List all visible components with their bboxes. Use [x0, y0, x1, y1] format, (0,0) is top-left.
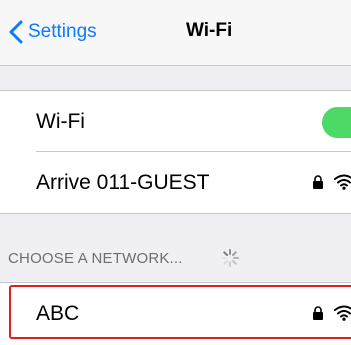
navigation-bar: Settings Wi-Fi [0, 0, 351, 66]
page-title: Wi-Fi [186, 20, 233, 41]
spinner-icon [220, 248, 240, 268]
wifi-settings-screen: Settings Wi-Fi Wi-Fi Arrive 011-GUEST CH… [0, 0, 351, 345]
wifi-icon [334, 174, 351, 190]
back-button[interactable]: Settings [8, 14, 97, 50]
wifi-toggle-label: Wi-Fi [36, 110, 85, 133]
wifi-toggle-row: Wi-Fi [0, 91, 351, 152]
lock-icon [312, 306, 324, 320]
choose-network-header: CHOOSE A NETWORK... [8, 250, 183, 267]
wifi-icon [334, 305, 351, 321]
available-networks-list: ABC [0, 282, 351, 345]
lock-icon [312, 175, 324, 189]
network-row-abc[interactable]: ABC [0, 283, 351, 344]
connected-network-row[interactable]: Arrive 011-GUEST [0, 152, 351, 213]
chevron-left-icon [8, 18, 24, 46]
network-name: ABC [36, 302, 80, 325]
connected-network-name: Arrive 011-GUEST [36, 171, 210, 194]
wifi-group: Wi-Fi Arrive 011-GUEST [0, 90, 351, 214]
wifi-toggle-switch[interactable] [322, 107, 351, 138]
back-button-label: Settings [28, 21, 97, 42]
